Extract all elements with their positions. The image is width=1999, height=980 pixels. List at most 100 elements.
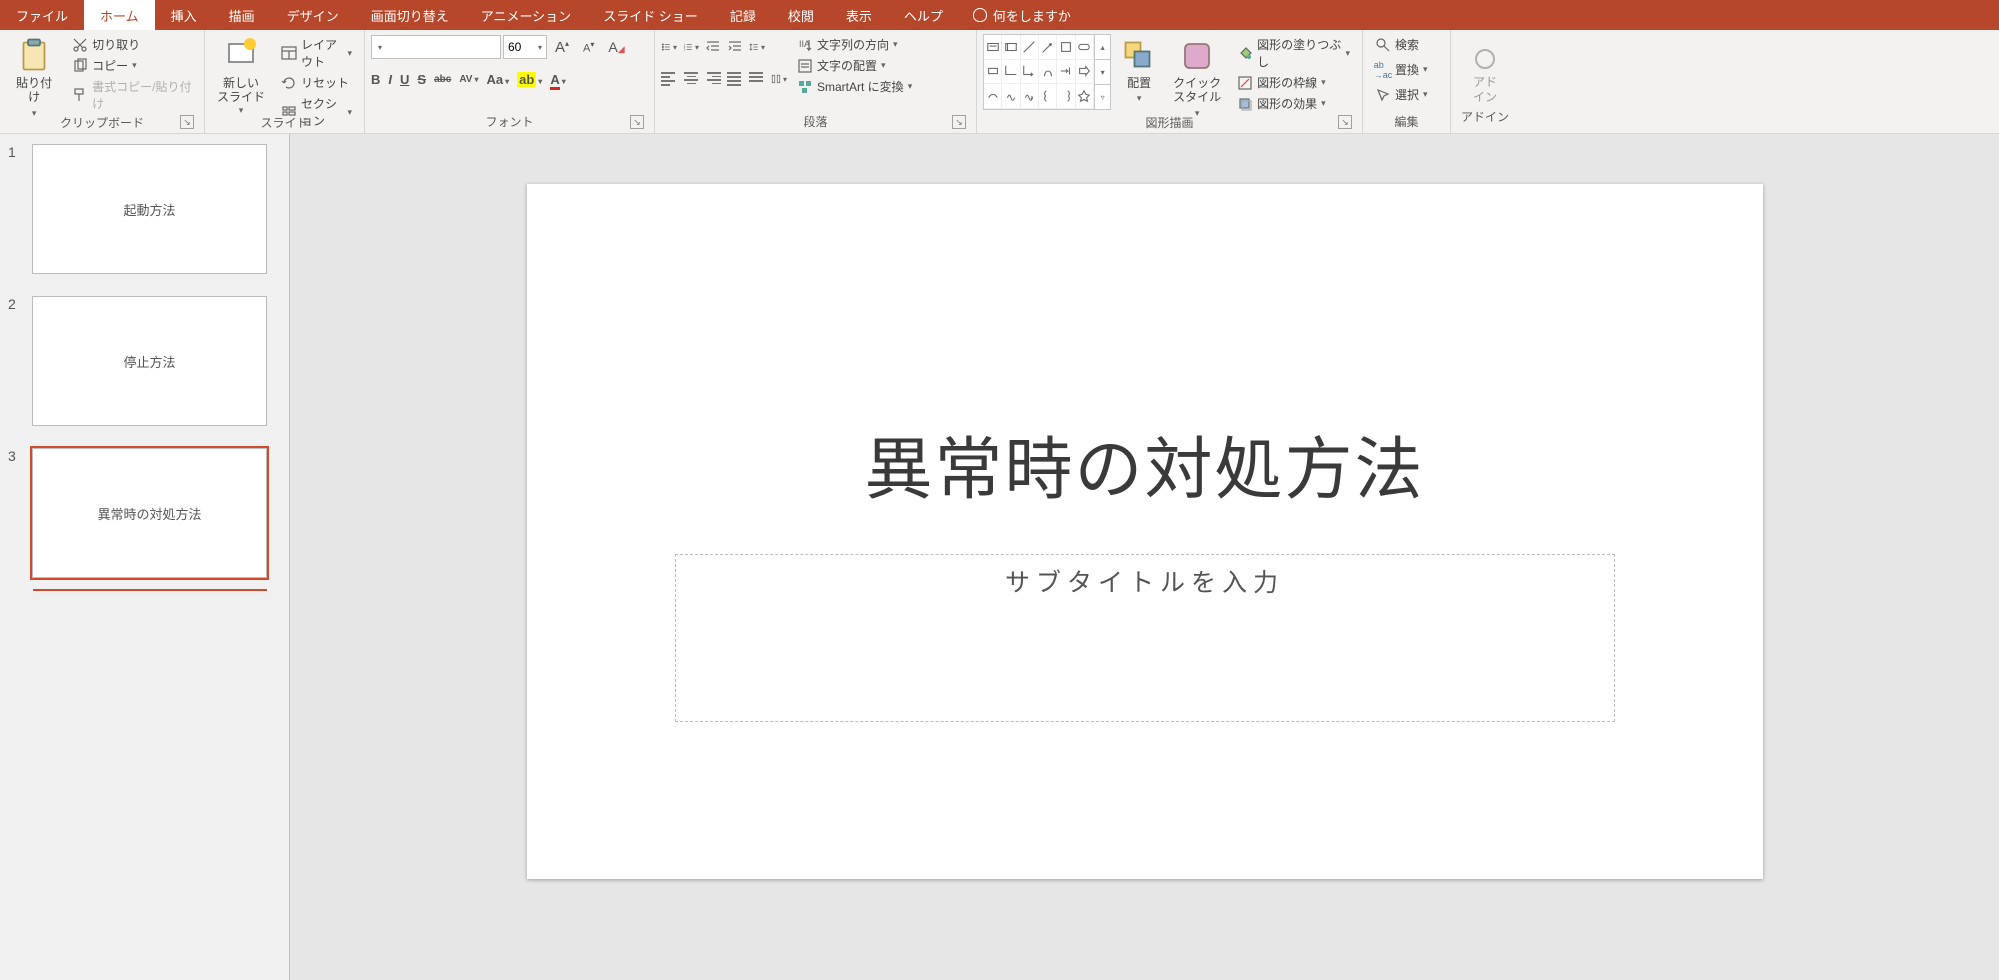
underline-button[interactable]: U — [400, 72, 409, 87]
tab-draw[interactable]: 描画 — [213, 0, 271, 30]
slide[interactable]: 異常時の対処方法 サブタイトルを入力 — [527, 184, 1763, 879]
line-spacing-button[interactable] — [749, 39, 765, 55]
addins-button-label[interactable]: アド イン — [1473, 75, 1497, 104]
smartart-icon — [797, 79, 813, 95]
paragraph-launcher[interactable]: ↘ — [952, 115, 966, 129]
shape-outline-icon — [1237, 75, 1253, 91]
tab-help[interactable]: ヘルプ — [888, 0, 959, 30]
tab-animations[interactable]: アニメーション — [465, 0, 587, 30]
tab-review[interactable]: 校閲 — [772, 0, 830, 30]
drawing-launcher[interactable]: ↘ — [1338, 115, 1352, 129]
arrange-icon — [1121, 38, 1157, 74]
new-slide-icon — [223, 38, 259, 74]
group-slides: 新しい スライド ▾ レイアウト ▾ リセット セクション ▾ スライド — [205, 30, 365, 133]
align-left-button[interactable] — [661, 71, 677, 87]
find-label: 検索 — [1395, 36, 1419, 53]
editing-group-label: 編集 — [1394, 115, 1418, 129]
clear-format-button[interactable]: A◢ — [602, 37, 630, 57]
italic-button[interactable]: I — [388, 72, 392, 87]
shape-outline-button[interactable]: 図形の枠線 ▾ — [1231, 72, 1356, 93]
align-right-button[interactable] — [705, 71, 721, 87]
bullets-button[interactable] — [661, 39, 677, 55]
group-editing: 検索 ab→ac 置換 ▾ 選択 ▾ 編集 — [1363, 30, 1451, 133]
bold-button[interactable]: B — [371, 72, 380, 87]
numbering-button[interactable]: 123 — [683, 39, 699, 55]
smartart-button[interactable]: SmartArt に変換 ▾ — [791, 76, 918, 97]
find-button[interactable]: 検索 — [1369, 34, 1425, 55]
layout-icon — [281, 45, 297, 61]
layout-label: レイアウト — [301, 36, 343, 70]
shape-effects-button[interactable]: 図形の効果 ▾ — [1231, 93, 1356, 114]
slide-canvas-area[interactable]: 異常時の対処方法 サブタイトルを入力 — [290, 134, 1999, 980]
thumbnail-3[interactable]: 3 異常時の対処方法 — [8, 448, 279, 578]
font-size-input[interactable]: 60▾ — [503, 35, 547, 59]
quick-styles-button[interactable]: クイック スタイル▾ — [1167, 34, 1227, 123]
shape-fill-button[interactable]: 図形の塗りつぶし ▾ — [1231, 34, 1356, 72]
text-direction-button[interactable]: IIA 文字列の方向 ▾ — [791, 34, 918, 55]
copy-label: コピー — [92, 57, 128, 74]
search-icon — [1375, 37, 1391, 53]
tab-design[interactable]: デザイン — [271, 0, 355, 30]
thumbnail-2[interactable]: 2 停止方法 — [8, 296, 279, 426]
group-paragraph: 123 IIA 文字列の方向 ▾ — [655, 30, 977, 133]
tell-me-label: 何をしますか — [993, 6, 1071, 25]
columns-button[interactable] — [771, 71, 787, 87]
thumbnail-1[interactable]: 1 起動方法 — [8, 144, 279, 274]
grow-font-button[interactable]: A▴ — [549, 37, 575, 58]
tab-insert[interactable]: 挿入 — [155, 0, 213, 30]
shape-gallery[interactable]: ▴ ▾ ▿ — [983, 34, 1111, 110]
copy-button[interactable]: コピー ▾ — [66, 55, 198, 76]
gallery-more[interactable]: ▿ — [1095, 85, 1110, 109]
clipboard-launcher[interactable]: ↘ — [180, 115, 194, 129]
copy-icon — [72, 58, 88, 74]
tab-home[interactable]: ホーム — [84, 0, 155, 30]
tab-view[interactable]: 表示 — [830, 0, 888, 30]
decrease-indent-button[interactable] — [705, 39, 721, 55]
reset-button[interactable]: リセット — [275, 72, 358, 93]
paste-button[interactable]: 貼り付け▾ — [6, 34, 62, 123]
tab-file[interactable]: ファイル — [0, 0, 84, 30]
replace-icon: ab→ac — [1375, 62, 1391, 78]
arrange-label: 配置 — [1127, 76, 1151, 90]
distributed-button[interactable] — [749, 71, 765, 87]
highlight-button[interactable]: ab — [517, 72, 542, 87]
format-painter-button[interactable]: 書式コピー/貼り付け — [66, 76, 198, 114]
cut-button[interactable]: 切り取り — [66, 34, 198, 55]
new-slide-label: 新しい スライド — [217, 76, 265, 105]
align-text-button[interactable]: 文字の配置 ▾ — [791, 55, 918, 76]
increase-indent-button[interactable] — [727, 39, 743, 55]
font-launcher[interactable]: ↘ — [630, 115, 644, 129]
align-center-button[interactable] — [683, 71, 699, 87]
font-color-button[interactable]: A — [550, 72, 565, 87]
paste-icon — [16, 38, 52, 74]
tab-record[interactable]: 記録 — [714, 0, 772, 30]
addins-icon[interactable] — [1475, 49, 1495, 69]
align-text-label: 文字の配置 — [817, 57, 877, 74]
replace-button[interactable]: ab→ac 置換 ▾ — [1369, 59, 1434, 80]
strikethrough-button[interactable]: S — [417, 72, 426, 87]
justify-button[interactable] — [727, 71, 743, 87]
change-case-button[interactable]: Aa — [486, 72, 509, 87]
font-group-label: フォント — [485, 115, 533, 129]
layout-button[interactable]: レイアウト ▾ — [275, 34, 358, 72]
subtitle-placeholder-box[interactable]: サブタイトルを入力 — [675, 554, 1615, 722]
gallery-up[interactable]: ▴ — [1095, 35, 1110, 60]
select-button[interactable]: 選択 ▾ — [1369, 84, 1434, 105]
text-shadow-button[interactable]: abc — [434, 74, 451, 85]
new-slide-button[interactable]: 新しい スライド ▾ — [211, 34, 271, 120]
gallery-down[interactable]: ▾ — [1095, 60, 1110, 85]
tab-transitions[interactable]: 画面切り替え — [355, 0, 465, 30]
char-spacing-button[interactable]: AV — [459, 74, 478, 85]
tell-me-search[interactable]: 何をしますか — [959, 0, 1085, 30]
arrange-button[interactable]: 配置▾ — [1115, 34, 1163, 109]
tab-slideshow[interactable]: スライド ショー — [587, 0, 714, 30]
thumb-title: 異常時の対処方法 — [97, 504, 201, 523]
clipboard-group-label: クリップボード — [60, 116, 144, 130]
font-name-input[interactable] — [371, 35, 501, 59]
thumb-number: 2 — [8, 296, 22, 426]
slide-title-text[interactable]: 異常時の対処方法 — [527, 414, 1763, 513]
slide-thumbnails-panel[interactable]: 1 起動方法 2 停止方法 3 異常時の対処方法 — [0, 134, 290, 980]
shrink-font-button[interactable]: A▾ — [577, 38, 600, 57]
paste-label: 貼り付け▾ — [12, 76, 56, 119]
ribbon-tabs: ファイル ホーム 挿入 描画 デザイン 画面切り替え アニメーション スライド … — [0, 0, 1999, 30]
